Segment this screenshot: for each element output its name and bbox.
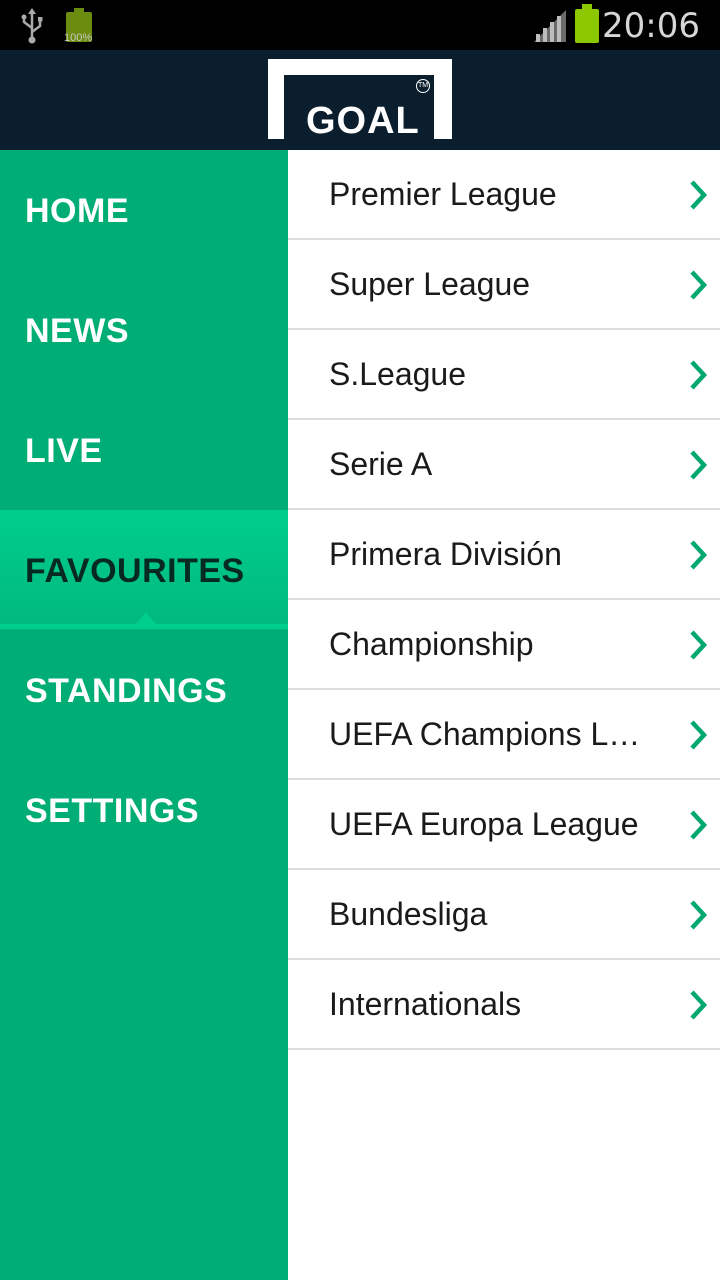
league-name: Super League [329, 266, 531, 302]
league-name: Championship [329, 626, 534, 662]
nav-item-standings[interactable]: STANDINGS [0, 630, 288, 750]
chevron-right-icon [690, 450, 708, 480]
chevron-right-icon [690, 540, 708, 570]
league-row-s-league[interactable]: S.League [288, 330, 720, 420]
goal-logo[interactable]: GOAL TM [268, 59, 452, 142]
nav-item-label: FAVOURITES [25, 552, 245, 590]
nav-item-home[interactable]: HOME [0, 150, 288, 270]
chevron-right-icon [690, 180, 708, 210]
league-list: Premier League Super League S.League Ser… [288, 150, 720, 1280]
app-header: GOAL TM [0, 50, 720, 150]
chevron-right-icon [690, 360, 708, 390]
league-row-championship[interactable]: Championship [288, 600, 720, 690]
battery-percent: 100% [64, 32, 93, 44]
league-name: Serie A [329, 446, 433, 482]
league-name: UEFA Europa League [329, 806, 639, 842]
league-row-premier-league[interactable]: Premier League [288, 150, 720, 240]
nav-item-label: STANDINGS [25, 672, 228, 710]
league-row-bundesliga[interactable]: Bundesliga [288, 870, 720, 960]
battery-full-icon [574, 4, 602, 44]
chevron-right-icon [690, 630, 708, 660]
league-row-uefa-champions-league[interactable]: UEFA Champions L… [288, 690, 720, 780]
nav-drawer: HOME NEWS LIVE FAVOURITES STANDINGS SETT… [0, 150, 288, 1280]
league-row-internationals[interactable]: Internationals [288, 960, 720, 1050]
nav-item-news[interactable]: NEWS [0, 270, 288, 390]
league-name: UEFA Champions L… [329, 716, 641, 752]
nav-item-label: NEWS [25, 312, 129, 350]
active-pointer-icon [136, 612, 156, 624]
nav-item-label: HOME [25, 192, 129, 230]
nav-item-label: LIVE [25, 432, 103, 470]
clock: 20:06 [602, 6, 700, 46]
nav-item-settings[interactable]: SETTINGS [0, 750, 288, 870]
league-name: Internationals [329, 986, 522, 1022]
league-name: S.League [329, 356, 467, 392]
league-name: Premier League [329, 176, 557, 212]
league-row-uefa-europa-league[interactable]: UEFA Europa League [288, 780, 720, 870]
status-bar: 100% 20:06 [0, 0, 720, 50]
league-row-serie-a[interactable]: Serie A [288, 420, 720, 510]
nav-item-label: SETTINGS [25, 792, 200, 830]
trademark-icon: TM [416, 79, 430, 93]
chevron-right-icon [690, 810, 708, 840]
usb-icon [21, 8, 43, 44]
nav-item-live[interactable]: LIVE [0, 390, 288, 510]
chevron-right-icon [690, 900, 708, 930]
signal-icon [534, 10, 566, 42]
league-name: Bundesliga [329, 896, 488, 932]
chevron-right-icon [690, 270, 708, 300]
league-row-primera-division[interactable]: Primera División [288, 510, 720, 600]
chevron-right-icon [690, 720, 708, 750]
league-name: Primera División [329, 536, 562, 572]
chevron-right-icon [690, 990, 708, 1020]
active-indicator [0, 624, 288, 629]
league-row-super-league[interactable]: Super League [288, 240, 720, 330]
logo-text: GOAL [306, 100, 420, 142]
